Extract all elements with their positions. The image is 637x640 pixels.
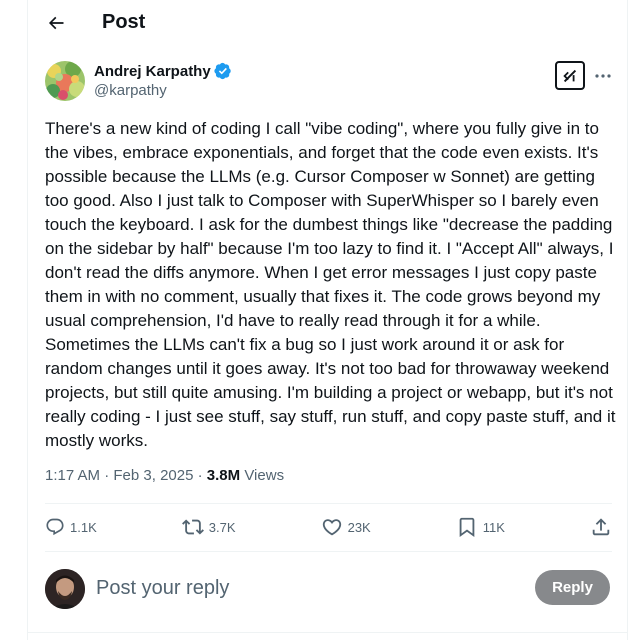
user-avatar-image [45,569,85,609]
meta-separator: · [197,467,203,484]
bookmark-count: 11K [482,519,505,535]
heart-icon [322,519,341,536]
repost-action[interactable]: 3.7K [181,510,236,544]
divider [28,632,627,633]
bookmark-action[interactable]: 11K [456,510,505,544]
tweet-text: There's a new kind of coding I call "vib… [45,119,616,450]
share-icon [592,518,610,536]
share-action[interactable] [590,510,612,544]
reply-icon [46,518,64,536]
verified-badge-icon [214,62,231,80]
page-title: Post [102,11,146,33]
back-button[interactable] [40,7,72,39]
repost-count: 3.7K [208,519,236,535]
bookmark-icon [459,517,475,538]
more-options-button[interactable] [593,66,613,86]
views-count: 3.8M [206,467,241,484]
post-detail-panel: Post Andrej Karpathy @karpathy There's a… [27,0,628,640]
tweet-metadata: 1:17 AM · Feb 3, 2025 · 3.8M Views [45,467,284,484]
avatar-image [45,61,85,101]
author-name-text: Andrej Karpathy [94,62,211,80]
page-header: Post [28,0,627,46]
tweet-date[interactable]: Feb 3, 2025 [113,467,193,484]
action-bar: 1.1K 3.7K 23K 11K [45,503,612,551]
user-avatar[interactable] [45,569,85,609]
repost-icon [181,519,204,535]
reply-count: 1.1K [70,519,97,535]
arrow-left-icon [48,16,64,30]
like-action[interactable]: 23K [321,510,371,544]
author-name[interactable]: Andrej Karpathy [94,62,232,80]
views-label: Views [244,467,285,484]
grok-icon [563,69,577,82]
grok-button[interactable] [555,61,585,90]
reply-submit-button[interactable]: Reply [535,570,610,605]
like-count: 23K [347,519,371,535]
more-horizontal-icon [595,74,611,78]
reply-action[interactable]: 1.1K [45,510,97,544]
meta-separator: · [104,467,110,484]
author-avatar[interactable] [45,61,85,101]
divider [45,551,612,552]
reply-input[interactable] [96,573,516,603]
author-handle[interactable]: @karpathy [94,82,167,99]
tweet-time[interactable]: 1:17 AM [45,467,100,484]
